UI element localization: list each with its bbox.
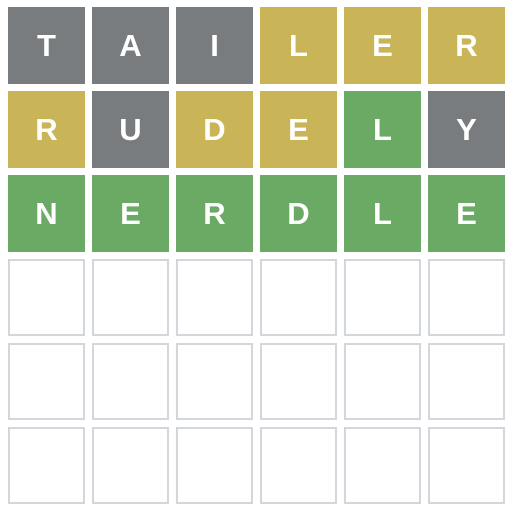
- tile-r6-c2: [92, 427, 169, 504]
- game-board: T A I L E R R U D E L Y N E R D L E: [8, 7, 505, 504]
- tile-r5-c3: [176, 343, 253, 420]
- tile-r5-c1: [8, 343, 85, 420]
- tile-r1-c6: R: [428, 7, 505, 84]
- tile-r6-c4: [260, 427, 337, 504]
- tile-r4-c4: [260, 259, 337, 336]
- tile-r5-c4: [260, 343, 337, 420]
- tile-r1-c4: L: [260, 7, 337, 84]
- tile-r2-c6: Y: [428, 91, 505, 168]
- tile-r2-c5: L: [344, 91, 421, 168]
- tile-r3-c6: E: [428, 175, 505, 252]
- tile-r3-c1: N: [8, 175, 85, 252]
- tile-r1-c1: T: [8, 7, 85, 84]
- tile-r3-c3: R: [176, 175, 253, 252]
- tile-r2-c3: D: [176, 91, 253, 168]
- tile-r1-c2: A: [92, 7, 169, 84]
- tile-r6-c5: [344, 427, 421, 504]
- tile-r4-c6: [428, 259, 505, 336]
- tile-r4-c2: [92, 259, 169, 336]
- tile-r3-c4: D: [260, 175, 337, 252]
- tile-r3-c5: L: [344, 175, 421, 252]
- tile-r5-c6: [428, 343, 505, 420]
- tile-r2-c1: R: [8, 91, 85, 168]
- tile-r4-c3: [176, 259, 253, 336]
- tile-r5-c2: [92, 343, 169, 420]
- tile-r6-c6: [428, 427, 505, 504]
- tile-r6-c3: [176, 427, 253, 504]
- tile-r6-c1: [8, 427, 85, 504]
- tile-r3-c2: E: [92, 175, 169, 252]
- tile-r5-c5: [344, 343, 421, 420]
- tile-r1-c3: I: [176, 7, 253, 84]
- tile-r4-c5: [344, 259, 421, 336]
- tile-r2-c2: U: [92, 91, 169, 168]
- tile-r2-c4: E: [260, 91, 337, 168]
- tile-r4-c1: [8, 259, 85, 336]
- tile-r1-c5: E: [344, 7, 421, 84]
